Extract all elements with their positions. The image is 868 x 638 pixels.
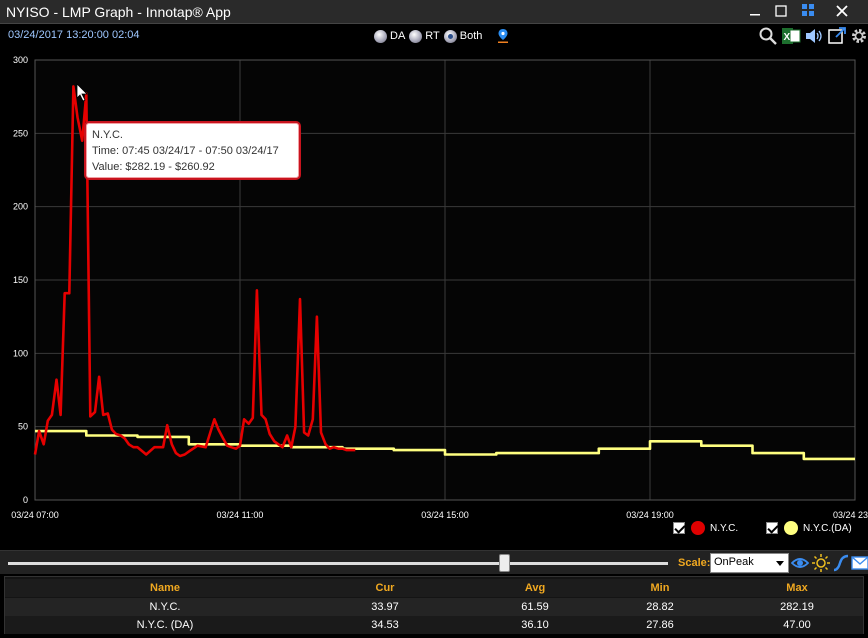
- tile-button[interactable]: [797, 1, 819, 23]
- row-max: 47.00: [783, 619, 811, 631]
- header-max: Max: [786, 582, 808, 594]
- svg-text:X: X: [784, 32, 791, 43]
- search-icon[interactable]: [758, 26, 778, 46]
- timestamp: 03/24/2017 13:20:00 02:04: [8, 29, 140, 41]
- data-tooltip: N.Y.C. Time: 07:45 03/24/17 - 07:50 03/2…: [84, 121, 301, 180]
- row-min: 28.82: [646, 601, 674, 613]
- minimize-button[interactable]: [744, 1, 766, 23]
- tooltip-time: Time: 07:45 03/24/17 - 07:50 03/24/17: [92, 145, 279, 157]
- time-slider-track[interactable]: [8, 562, 668, 565]
- header-min: Min: [650, 582, 670, 594]
- row-name: N.Y.C.: [149, 601, 181, 613]
- minimize-icon: [750, 14, 760, 16]
- radio-da[interactable]: [374, 29, 387, 43]
- scale-dropdown[interactable]: OnPeak: [710, 553, 789, 573]
- y-tick-label: 300: [13, 55, 28, 65]
- speaker-icon[interactable]: [804, 26, 824, 46]
- stats-table: Name Cur Avg Min Max N.Y.C. 33.97 61.59 …: [4, 576, 864, 634]
- mail-icon[interactable]: [851, 554, 868, 572]
- legend-swatch-nyc-da: [784, 521, 798, 535]
- header-name: Name: [150, 582, 180, 594]
- tooltip-series: N.Y.C.: [92, 129, 123, 141]
- y-tick-label: 250: [13, 128, 28, 138]
- gear-icon[interactable]: [849, 26, 868, 46]
- radio-rt[interactable]: [409, 29, 423, 43]
- header-avg: Avg: [524, 582, 546, 594]
- table-header: Name Cur Avg Min Max: [5, 579, 863, 597]
- table-row[interactable]: N.Y.C. 33.97 61.59 28.82 282.19: [5, 598, 863, 616]
- excel-export-icon[interactable]: X: [781, 26, 801, 46]
- popout-icon[interactable]: [827, 26, 847, 46]
- row-cur: 34.53: [371, 619, 399, 631]
- legend-label-nyc: N.Y.C.: [710, 522, 739, 534]
- legend-item-nyc-da[interactable]: N.Y.C.(DA): [766, 520, 852, 536]
- scale-dropdown-value: OnPeak: [714, 556, 754, 568]
- maximize-icon: [775, 5, 787, 17]
- map-pin-icon[interactable]: [498, 29, 509, 43]
- sun-icon[interactable]: [812, 554, 830, 572]
- row-avg: 61.59: [521, 601, 549, 613]
- radio-both[interactable]: [443, 29, 457, 43]
- legend-item-nyc[interactable]: N.Y.C.: [673, 520, 738, 536]
- time-slider-thumb[interactable]: [499, 554, 510, 572]
- x-tick-label: 03/24 19:00: [626, 510, 674, 520]
- eye-icon[interactable]: [791, 554, 809, 572]
- close-icon: [836, 5, 848, 17]
- row-cur: 33.97: [371, 601, 399, 613]
- y-tick-label: 150: [13, 275, 28, 285]
- header-cur: Cur: [375, 582, 395, 594]
- chevron-down-icon: [776, 561, 784, 566]
- legend-checkbox-nyc-da[interactable]: [766, 522, 778, 534]
- y-tick-label: 50: [18, 422, 28, 432]
- row-max: 282.19: [780, 601, 814, 613]
- y-tick-label: 200: [13, 202, 28, 212]
- row-name: N.Y.C. (DA): [136, 619, 194, 631]
- curve-icon[interactable]: [832, 554, 850, 572]
- window-title: NYISO - LMP Graph - Innotap® App: [6, 4, 231, 20]
- tooltip-value: Value: $282.19 - $260.92: [92, 161, 215, 173]
- close-button[interactable]: [831, 1, 853, 23]
- bottom-bar: Scale: OnPeak: [0, 550, 868, 574]
- radio-rt-label: RT: [425, 30, 440, 42]
- x-tick-label: 03/24 15:00: [421, 510, 469, 520]
- x-tick-label: 03/24 11:00: [217, 510, 264, 520]
- x-tick-label: 03/24 23: [833, 510, 868, 520]
- data-source-radio-group: DA RT Both: [374, 28, 509, 44]
- legend-checkbox-nyc[interactable]: [673, 522, 685, 534]
- scale-label: Scale:: [678, 557, 711, 569]
- y-tick-label: 100: [13, 348, 28, 358]
- maximize-button[interactable]: [770, 1, 792, 23]
- radio-both-label: Both: [459, 30, 483, 42]
- x-tick-label: 03/24 07:00: [11, 510, 59, 520]
- title-bar: NYISO - LMP Graph - Innotap® App: [0, 0, 868, 24]
- legend-label-nyc-da: N.Y.C.(DA): [803, 522, 852, 534]
- table-row[interactable]: N.Y.C. (DA) 34.53 36.10 27.86 47.00: [5, 616, 863, 634]
- legend-swatch-nyc: [691, 521, 705, 535]
- grid-icon: [802, 4, 814, 16]
- row-min: 27.86: [646, 619, 674, 631]
- radio-da-label: DA: [390, 30, 406, 42]
- toolbar: 03/24/2017 13:20:00 02:04 DA RT Both X: [0, 24, 868, 48]
- row-avg: 36.10: [521, 619, 549, 631]
- y-tick-label: 0: [23, 495, 28, 505]
